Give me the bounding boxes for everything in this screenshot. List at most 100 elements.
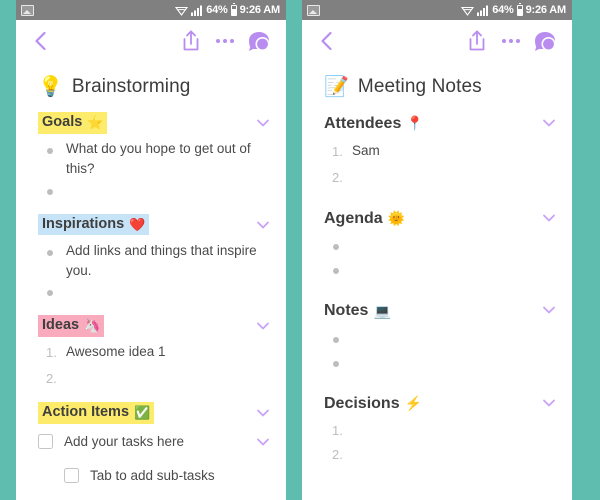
collapse-chevron-icon[interactable] bbox=[540, 209, 558, 227]
section-title-text: Notes bbox=[324, 302, 369, 320]
section-title-goals: Goals ⭐ bbox=[38, 112, 108, 134]
laptop-icon: 💻 bbox=[373, 302, 391, 319]
collapse-chevron-icon[interactable] bbox=[540, 301, 558, 319]
status-bar-indicators: 64% 9:26 AM bbox=[461, 2, 566, 16]
collapse-chevron-icon[interactable] bbox=[254, 317, 272, 335]
dual-screenshot-container: 64% 9:26 AM 💡 Brainstorming Goals ⭐ What… bbox=[0, 0, 600, 500]
list-number: 1. bbox=[332, 143, 343, 159]
section-title-text: Goals bbox=[42, 114, 83, 130]
list-number: 1. bbox=[332, 423, 343, 439]
share-button[interactable] bbox=[178, 28, 214, 54]
section-title-text: Decisions bbox=[324, 394, 400, 412]
list-item[interactable] bbox=[332, 235, 558, 259]
battery-percent-label: 64% bbox=[492, 4, 514, 16]
section-title-notes: Notes 💻 bbox=[324, 299, 391, 323]
app-toolbar bbox=[302, 20, 572, 62]
chat-button[interactable] bbox=[246, 29, 272, 53]
more-options-button[interactable] bbox=[214, 30, 236, 52]
section-title-agenda: Agenda 🌞 bbox=[324, 207, 405, 231]
list-item[interactable]: 2. bbox=[46, 368, 272, 392]
collapse-chevron-icon[interactable] bbox=[254, 216, 272, 234]
section-items-decisions: 1. 2. bbox=[302, 415, 572, 468]
chat-button[interactable] bbox=[532, 29, 558, 53]
list-item[interactable]: 1. Awesome idea 1 bbox=[46, 342, 272, 368]
note-body: Attendees 📍 1. Sam 2. Agenda 🌞 Notes 💻 D… bbox=[302, 104, 572, 468]
section-title-attendees: Attendees 📍 bbox=[324, 112, 424, 136]
signal-icon bbox=[191, 5, 203, 16]
list-item[interactable] bbox=[332, 259, 558, 283]
section-header-agenda: Agenda 🌞 bbox=[302, 207, 572, 231]
back-chevron-icon bbox=[321, 31, 332, 51]
list-number: 2. bbox=[332, 447, 343, 463]
list-item[interactable]: What do you hope to get out of this? bbox=[46, 139, 272, 180]
task-checkbox[interactable] bbox=[38, 433, 53, 449]
check-mark-icon: ✅ bbox=[134, 405, 151, 420]
app-toolbar bbox=[16, 20, 286, 62]
section-header-attendees: Attendees 📍 bbox=[302, 112, 572, 136]
section-action-items: Action Items ✅ Add your tasks here Tab t… bbox=[16, 402, 286, 492]
list-item[interactable] bbox=[46, 281, 272, 305]
list-item[interactable] bbox=[332, 352, 558, 376]
list-item[interactable] bbox=[332, 328, 558, 352]
section-title-inspirations: Inspirations ❤️ bbox=[38, 213, 150, 236]
lightning-bolt-icon: ⚡ bbox=[404, 395, 423, 412]
section-title-text: Action Items bbox=[42, 404, 130, 420]
status-bar-notifications bbox=[21, 4, 34, 16]
more-options-icon bbox=[502, 39, 506, 43]
phone-screen-brainstorming: 64% 9:26 AM 💡 Brainstorming Goals ⭐ What… bbox=[16, 0, 286, 500]
wifi-icon bbox=[175, 6, 189, 16]
list-item[interactable]: 2. bbox=[332, 444, 558, 468]
bullet-icon bbox=[332, 328, 350, 349]
share-button[interactable] bbox=[464, 28, 500, 54]
more-options-button[interactable] bbox=[500, 30, 522, 52]
signal-icon bbox=[477, 5, 489, 16]
task-checkbox[interactable] bbox=[64, 467, 79, 483]
task-label: Add your tasks here bbox=[64, 433, 185, 449]
task-row[interactable]: Add your tasks here bbox=[16, 424, 286, 458]
back-button[interactable] bbox=[28, 28, 54, 54]
note-title-emoji: 📝 bbox=[324, 76, 349, 98]
back-button[interactable] bbox=[314, 28, 340, 54]
bullet-icon bbox=[46, 180, 64, 201]
list-item[interactable]: 1. Sam bbox=[332, 141, 558, 167]
collapse-chevron-icon[interactable] bbox=[540, 114, 558, 132]
section-notes: Notes 💻 bbox=[302, 299, 572, 376]
list-item-text: Add links and things that inspire you. bbox=[66, 242, 257, 278]
section-title-text: Ideas bbox=[42, 317, 80, 333]
list-item[interactable] bbox=[46, 180, 272, 204]
collapse-chevron-icon[interactable] bbox=[254, 114, 272, 132]
list-number: 2. bbox=[46, 371, 57, 386]
section-header-ideas: Ideas 🦄 bbox=[16, 315, 286, 337]
list-item-text: Awesome idea 1 bbox=[66, 344, 166, 359]
collapse-chevron-icon[interactable] bbox=[254, 433, 272, 451]
list-item[interactable]: 2. bbox=[332, 167, 558, 191]
note-title-text: Meeting Notes bbox=[357, 76, 482, 97]
section-agenda: Agenda 🌞 bbox=[302, 207, 572, 284]
more-options-icon bbox=[516, 39, 520, 43]
wifi-icon bbox=[461, 6, 475, 16]
task-row-sub[interactable]: Tab to add sub-tasks bbox=[16, 458, 286, 492]
bullet-icon bbox=[332, 235, 350, 256]
section-items-inspirations: Add links and things that inspire you. bbox=[16, 236, 286, 306]
battery-icon bbox=[516, 2, 523, 16]
section-items-notes bbox=[302, 323, 572, 376]
task-label: Tab to add sub-tasks bbox=[90, 467, 215, 483]
section-title-decisions: Decisions ⚡ bbox=[324, 392, 422, 416]
list-item-text: Sam bbox=[352, 142, 380, 158]
list-item[interactable]: 1. bbox=[332, 420, 558, 444]
status-bar-indicators: 64% 9:26 AM bbox=[175, 2, 281, 16]
clock-label: 9:26 AM bbox=[239, 4, 281, 16]
list-item[interactable]: Add links and things that inspire you. bbox=[46, 241, 272, 282]
section-attendees: Attendees 📍 1. Sam 2. bbox=[302, 112, 572, 191]
share-icon bbox=[469, 30, 485, 51]
phone-screen-meeting-notes: 64% 9:26 AM 📝 Meeting Notes Attendees 📍 … bbox=[302, 0, 572, 500]
note-body: Goals ⭐ What do you hope to get out of t… bbox=[16, 104, 286, 492]
back-chevron-icon bbox=[35, 31, 46, 51]
list-item-text: What do you hope to get out of this? bbox=[66, 141, 251, 177]
list-number: 1. bbox=[46, 345, 57, 360]
section-items-attendees: 1. Sam 2. bbox=[302, 136, 572, 191]
note-title-text: Brainstorming bbox=[71, 76, 191, 97]
collapse-chevron-icon[interactable] bbox=[540, 394, 558, 412]
section-title-text: Agenda bbox=[324, 209, 383, 227]
collapse-chevron-icon[interactable] bbox=[254, 404, 272, 422]
